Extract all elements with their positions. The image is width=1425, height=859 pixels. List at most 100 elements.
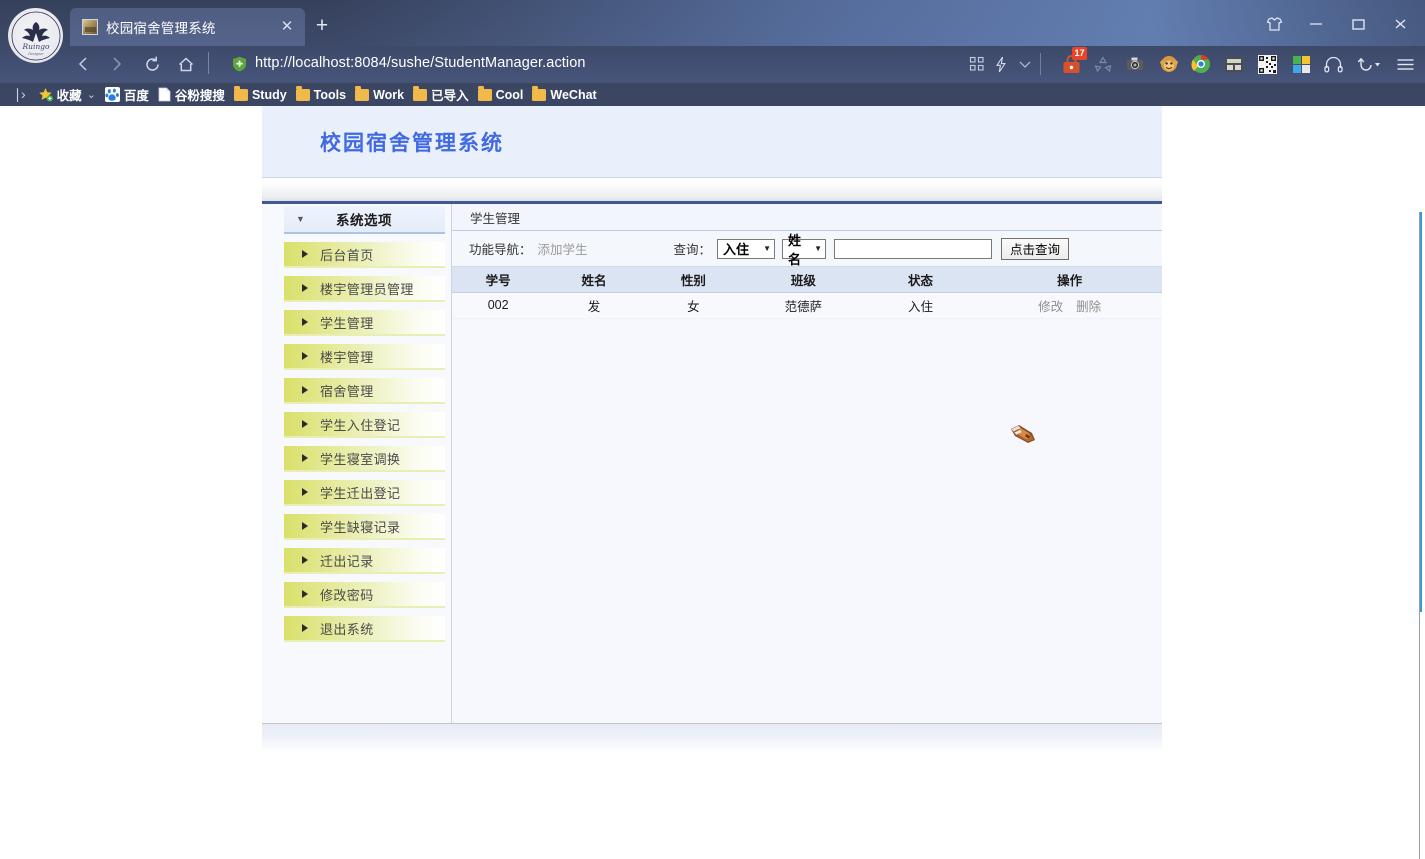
sidebar-header-label: 系统选项	[335, 213, 392, 228]
bookmark-favorites[interactable]: 收藏 ⌄	[38, 83, 96, 107]
qr-code-icon[interactable]	[1254, 51, 1280, 77]
sidebar-item-home[interactable]: 后台首页	[284, 242, 445, 268]
tab-favicon-icon	[82, 19, 98, 35]
banner-divider-strip	[262, 178, 1162, 204]
sidebar-header[interactable]: ▼ 系统选项	[284, 206, 445, 234]
chevron-down-icon[interactable]: ⌄	[87, 88, 96, 101]
search-button[interactable]: 点击查询	[1001, 237, 1070, 260]
folder-icon	[355, 85, 370, 101]
status-select[interactable]: 入住 ▼	[717, 238, 776, 259]
sidebar-item-change-password[interactable]: 修改密码	[284, 582, 445, 608]
search-input[interactable]	[834, 238, 993, 259]
forward-button-icon[interactable]	[100, 48, 132, 80]
calculator-icon[interactable]	[1221, 51, 1247, 77]
bookmark-wechat[interactable]: WeChat	[532, 83, 597, 107]
cell-status: 入住	[863, 292, 978, 319]
delete-link[interactable]: 删除	[1076, 300, 1101, 314]
bookmark-gufen[interactable]: 谷粉搜搜	[158, 83, 225, 107]
lock-extension-icon[interactable]: 17	[1058, 47, 1087, 77]
sidebar-item-checkin-register[interactable]: 学生入住登记	[284, 412, 445, 438]
back-button-icon[interactable]	[68, 48, 100, 80]
column-gender: 性别	[643, 267, 744, 293]
sidebar-item-label: 楼宇管理员管理	[320, 281, 414, 297]
query-label: 查询：	[673, 243, 712, 257]
chrome-logo-icon[interactable]	[1188, 51, 1214, 77]
recycle-icon[interactable]	[1090, 51, 1116, 77]
bookmark-imported[interactable]: 已导入	[413, 83, 469, 107]
camera-icon[interactable]	[1122, 51, 1148, 77]
tab-strip: 校园宿舍管理系统 ✕	[70, 8, 305, 46]
new-tab-button[interactable]: +	[308, 12, 336, 40]
sidebar-item-building-admin[interactable]: 楼宇管理员管理	[284, 276, 445, 302]
address-bar-url[interactable]: http://localhost:8084/sushe/StudentManag…	[255, 55, 586, 71]
lightning-bolt-icon[interactable]	[988, 51, 1014, 77]
bookmark-label: Study	[251, 87, 287, 102]
sidebar-item-label: 学生缺寝记录	[320, 519, 401, 535]
folder-icon	[477, 85, 492, 101]
edit-link[interactable]: 修改	[1038, 300, 1063, 314]
sidebar-item-moveout-record[interactable]: 迁出记录	[284, 548, 445, 574]
sidebar-item-dorm-manage[interactable]: 宿舍管理	[284, 378, 445, 404]
viewport-right-border	[1419, 212, 1420, 859]
minimize-icon[interactable]	[1295, 8, 1337, 40]
sidebar-item-absence-record[interactable]: 学生缺寝记录	[284, 514, 445, 540]
reload-button-icon[interactable]	[136, 48, 168, 80]
sidebar-item-student-manage[interactable]: 学生管理	[284, 310, 445, 336]
security-shield-icon	[232, 56, 247, 72]
navigation-row: http://localhost:8084/sushe/StudentManag…	[0, 46, 1425, 82]
folder-icon	[233, 85, 248, 101]
tab-close-icon[interactable]: ✕	[277, 17, 297, 37]
sidebar-item-logout[interactable]: 退出系统	[284, 616, 445, 642]
sidebar-item-label: 楼宇管理	[320, 349, 374, 365]
baidu-paw-icon	[104, 87, 120, 102]
content-toolbar: 功能导航： 添加学生 查询： 入住 ▼ 姓名 ▼ 点击查询	[452, 231, 1162, 267]
sidebar-item-room-swap[interactable]: 学生寝室调换	[284, 446, 445, 472]
close-icon[interactable]	[1379, 8, 1421, 40]
chevron-down-icon[interactable]: ▼	[296, 214, 305, 224]
bookmark-label: 已导入	[431, 89, 469, 103]
sidebar-item-moveout-register[interactable]: 学生迁出登记	[284, 480, 445, 506]
sidebar-item-building-manage[interactable]: 楼宇管理	[284, 344, 445, 370]
home-button-icon[interactable]	[170, 48, 202, 80]
skin-theme-icon[interactable]	[1253, 8, 1295, 40]
undo-arrow-icon[interactable]	[1353, 51, 1387, 77]
table-header-row: 学号 姓名 性别 班级 状态 操作	[452, 267, 1162, 293]
extension-badge-count: 17	[1072, 47, 1087, 60]
sidebar-item-label: 宿舍管理	[320, 383, 374, 399]
cell-actions: 修改 删除	[977, 292, 1162, 319]
column-name: 姓名	[544, 267, 644, 293]
bookmark-work[interactable]: Work	[355, 83, 404, 107]
triangle-bullet-icon	[302, 250, 308, 258]
triangle-bullet-icon	[302, 556, 308, 564]
bookmark-label: 谷粉搜搜	[174, 89, 225, 103]
hamburger-menu-icon[interactable]	[1392, 51, 1418, 77]
bookmark-tools[interactable]: Tools	[295, 83, 346, 107]
sidebar: ▼ 系统选项 后台首页 楼宇管理员管理 学生管理 楼宇管理 宿舍管理 学生入住登…	[262, 204, 452, 723]
add-student-link[interactable]: 添加学生	[538, 239, 588, 258]
column-id: 学号	[452, 267, 545, 293]
chevron-down-icon[interactable]	[1012, 51, 1038, 77]
apps-grid-icon[interactable]	[964, 51, 990, 77]
windows-tiles-icon[interactable]	[1288, 51, 1314, 77]
triangle-bullet-icon	[302, 284, 308, 292]
bookmark-cool[interactable]: Cool	[477, 83, 524, 107]
window-controls	[1253, 8, 1421, 40]
content-header: 学生管理	[452, 204, 1162, 231]
star-icon	[38, 87, 53, 102]
headphone-icon[interactable]	[1320, 51, 1346, 77]
status-select-value: 入住	[723, 242, 750, 257]
browser-tab[interactable]: 校园宿舍管理系统 ✕	[70, 8, 305, 46]
maximize-icon[interactable]	[1337, 8, 1379, 40]
bookmark-baidu[interactable]: 百度	[104, 83, 149, 107]
bookmarks-expander-icon[interactable]: ∣›	[14, 86, 26, 103]
bookmark-study[interactable]: Study	[233, 83, 287, 107]
site-banner: 校园宿舍管理系统	[262, 106, 1162, 178]
bookmark-label: Cool	[495, 87, 524, 102]
table-row[interactable]: 002 发 女 范德萨 入住 修改 删除	[452, 292, 1162, 319]
cell-id: 002	[452, 292, 545, 319]
monkey-face-icon[interactable]	[1156, 51, 1182, 77]
content-header-label: 学生管理	[470, 211, 521, 226]
content-panel: 学生管理 功能导航： 添加学生 查询： 入住 ▼ 姓名 ▼ 点击查询 学号 姓名…	[452, 204, 1162, 723]
field-select[interactable]: 姓名 ▼	[782, 233, 827, 267]
triangle-bullet-icon	[302, 420, 308, 428]
